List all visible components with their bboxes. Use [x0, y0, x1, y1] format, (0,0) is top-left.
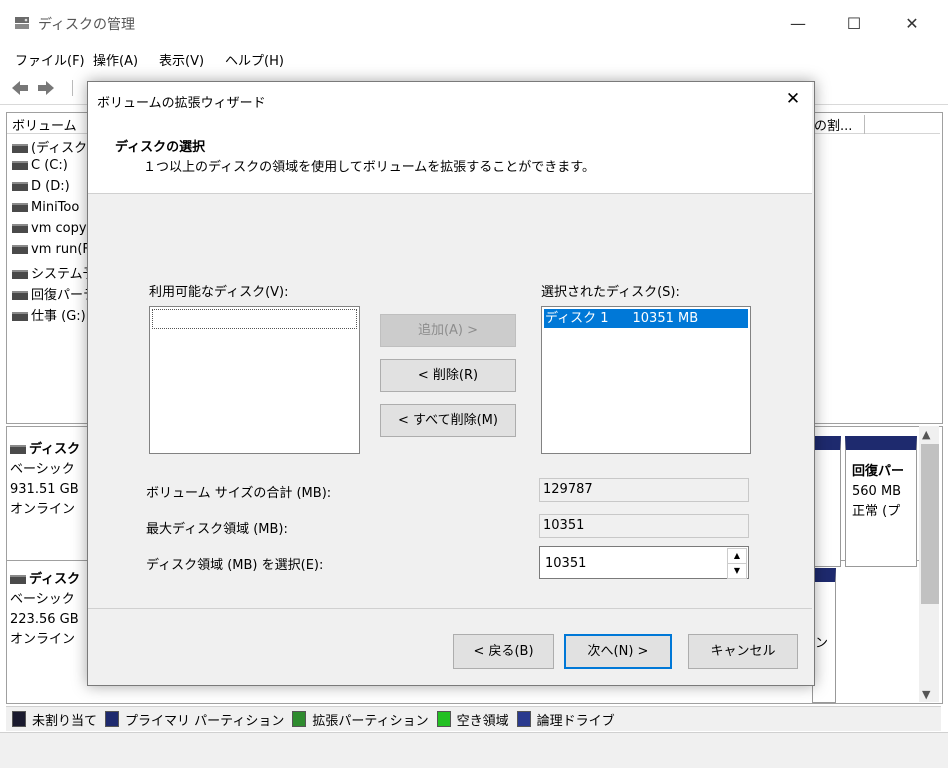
legend-swatch — [436, 711, 451, 727]
select-space-spinner[interactable]: ▲ ▼ — [539, 546, 749, 579]
legend-item: プライマリ パーティション — [105, 711, 285, 729]
menu-bar — [0, 46, 948, 70]
legend-item: 空き領域 — [436, 711, 509, 729]
legend-item: 拡張パーティション — [292, 711, 429, 729]
column-header-volume[interactable]: ボリューム — [12, 115, 77, 134]
list-item[interactable]: vm copy — [12, 221, 87, 236]
spin-down-icon[interactable]: ▼ — [727, 563, 747, 579]
wizard-description: １つ以上のディスクの領域を使用してボリュームを拡張することができます。 — [143, 160, 596, 175]
legend-label: 空き領域 — [456, 714, 509, 729]
disk-1-label[interactable]: ディスク ベーシック 223.56 GB オンライン — [10, 570, 90, 650]
legend-label: 拡張パーティション — [312, 714, 429, 729]
wizard-close-icon[interactable]: ✕ — [782, 88, 804, 110]
legend-item: 未割り当て — [12, 711, 98, 729]
list-item[interactable]: 仕事 (G:) — [12, 305, 86, 324]
selected-disks-label: 選択されたディスク(S): — [541, 285, 680, 300]
legend-label: 未割り当て — [32, 714, 98, 729]
legend-swatch — [516, 711, 531, 727]
drive-icon — [12, 312, 28, 321]
list-item[interactable]: システム予 — [12, 263, 96, 282]
spin-up-icon[interactable]: ▲ — [727, 548, 747, 564]
total-size-field: 129787 — [539, 478, 749, 502]
legend-swatch — [105, 711, 120, 727]
partition-name: 回復パー — [852, 464, 905, 479]
scroll-thumb[interactable] — [921, 444, 939, 604]
select-space-input[interactable] — [542, 549, 727, 577]
back-button[interactable]: < 戻る(B) — [453, 634, 554, 669]
add-button[interactable]: 追加(A) > — [380, 314, 516, 347]
legend-label: プライマリ パーティション — [125, 714, 285, 729]
drive-icon — [12, 144, 28, 153]
menu-file[interactable]: ファイル(F) — [15, 50, 85, 69]
partition-size: 560 MB — [852, 484, 902, 499]
available-disks-list[interactable] — [149, 306, 360, 454]
scroll-down-icon[interactable]: ▼ — [922, 688, 930, 701]
max-space-field: 10351 — [539, 514, 749, 538]
back-arrow-icon[interactable] — [10, 79, 30, 101]
max-space-label: 最大ディスク領域 (MB): — [146, 522, 288, 537]
maximize-button[interactable]: ☐ — [840, 10, 868, 38]
list-item[interactable]: D (D:) — [12, 179, 70, 194]
drive-icon — [12, 182, 28, 191]
column-header-percent[interactable]: の割... — [814, 115, 866, 134]
forward-arrow-icon[interactable] — [36, 79, 56, 101]
app-icon — [14, 14, 30, 30]
partition-text: ン — [815, 636, 829, 651]
minimize-button[interactable]: — — [784, 10, 812, 38]
next-button[interactable]: 次へ(N) > — [564, 634, 672, 669]
remove-button[interactable]: < 削除(R) — [380, 359, 516, 392]
drive-icon — [12, 224, 28, 233]
total-size-label: ボリューム サイズの合計 (MB): — [146, 486, 332, 501]
close-button[interactable]: ✕ — [898, 10, 926, 38]
select-space-label: ディスク領域 (MB) を選択(E): — [146, 558, 324, 573]
list-item[interactable]: vm run(F — [12, 242, 90, 257]
wizard-title: ボリュームの拡張ウィザード — [97, 96, 266, 111]
cancel-button[interactable]: キャンセル — [688, 634, 798, 669]
menu-help[interactable]: ヘルプ(H) — [225, 50, 284, 69]
drive-icon — [12, 270, 28, 279]
list-item[interactable]: C (C:) — [12, 158, 68, 173]
legend-item: 論理ドライブ — [516, 711, 615, 729]
remove-all-button[interactable]: < すべて削除(M) — [380, 404, 516, 437]
list-item[interactable]: 回復パーテ — [12, 284, 96, 303]
wizard-footer-separator — [88, 608, 812, 609]
disk-0-label[interactable]: ディスク ベーシック 931.51 GB オンライン — [10, 440, 90, 520]
wizard-heading: ディスクの選択 — [115, 140, 206, 155]
drive-icon — [12, 161, 28, 170]
list-focus-item[interactable] — [152, 309, 357, 329]
partition-recovery[interactable]: 回復パー 560 MB 正常 (プ — [845, 436, 917, 567]
partition-block[interactable] — [812, 436, 841, 567]
legend: 未割り当て プライマリ パーティション 拡張パーティション 空き領域 論理ドライブ — [12, 710, 623, 729]
partition-status: 正常 (プ — [852, 504, 901, 519]
legend-label: 論理ドライブ — [536, 714, 615, 729]
selected-disks-list[interactable]: ディスク 1 10351 MB — [541, 306, 751, 454]
list-item[interactable]: MiniToo — [12, 200, 79, 215]
list-item[interactable]: ディスク 1 10351 MB — [544, 309, 748, 328]
available-disks-label: 利用可能なディスク(V): — [149, 285, 289, 300]
window-title: ディスクの管理 — [38, 17, 136, 33]
legend-swatch — [12, 711, 26, 727]
partition-block[interactable]: ン — [812, 568, 836, 703]
disk-icon — [10, 445, 26, 454]
legend-swatch — [292, 711, 307, 727]
scroll-up-icon[interactable]: ▲ — [922, 428, 930, 441]
disk-icon — [10, 575, 26, 584]
status-bar — [0, 732, 948, 768]
drive-icon — [12, 291, 28, 300]
menu-action[interactable]: 操作(A) — [93, 50, 138, 69]
drive-icon — [12, 203, 28, 212]
menu-view[interactable]: 表示(V) — [159, 50, 204, 69]
drive-icon — [12, 245, 28, 254]
